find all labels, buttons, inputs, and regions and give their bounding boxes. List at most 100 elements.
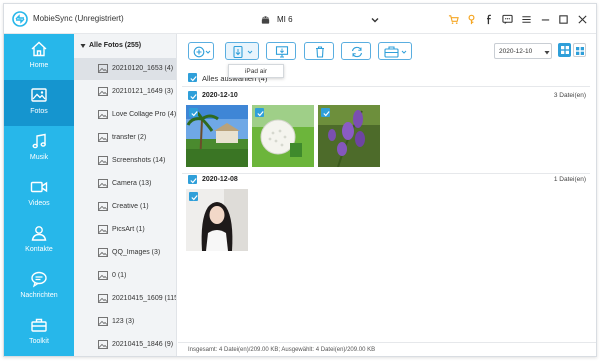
photo-checkbox[interactable] <box>321 108 330 117</box>
video-icon <box>30 181 48 193</box>
album-item[interactable]: 20210120_1653 (4) <box>74 58 176 80</box>
album-item[interactable]: Creative (1) <box>74 196 176 218</box>
album-image-icon <box>98 156 108 165</box>
album-label: QQ_Images (3) <box>112 249 161 256</box>
album-label: 20210121_1649 (3) <box>112 88 174 95</box>
check-icon <box>191 195 198 201</box>
album-image-icon <box>98 110 108 119</box>
device-name: MI 6 <box>277 15 293 24</box>
group-checkbox[interactable] <box>188 175 197 184</box>
album-label: Screenshots (14) <box>112 157 166 164</box>
album-item[interactable]: 123 (3) <box>74 311 176 333</box>
trash-icon <box>316 46 324 58</box>
photo-thumbnail[interactable] <box>186 105 248 167</box>
album-item[interactable]: Screenshots (14) <box>74 150 176 172</box>
device-selector[interactable]: MI 6 <box>256 12 386 28</box>
album-item[interactable]: 20210121_1649 (3) <box>74 81 176 103</box>
select-all-checkbox[interactable] <box>188 73 197 82</box>
export-to-pc-button[interactable] <box>266 42 296 60</box>
refresh-button[interactable] <box>341 42 371 60</box>
album-label: Camera (13) <box>112 180 152 187</box>
nav-item-musik[interactable]: Musik <box>4 126 74 172</box>
all-photos-header[interactable]: Alle Fotos (255) <box>74 34 176 58</box>
add-button[interactable] <box>188 42 214 60</box>
date-filter-select[interactable]: 2020-12-10 <box>494 43 552 59</box>
album-image-icon <box>98 179 108 188</box>
album-image-icon <box>98 225 108 234</box>
album-image-icon <box>98 271 108 280</box>
nav-item-fotos[interactable]: Fotos <box>4 80 74 126</box>
facebook-icon[interactable] <box>484 14 495 25</box>
nav-item-nachrichten[interactable]: Nachrichten <box>4 264 74 310</box>
album-label: PicsArt (1) <box>112 226 145 233</box>
check-icon <box>191 111 198 117</box>
check-icon <box>323 111 330 117</box>
title-bar: MobieSync (Unregistriert) MI 6 <box>4 4 596 34</box>
menu-icon[interactable] <box>521 14 532 25</box>
group-separator <box>182 173 590 174</box>
messages-icon <box>31 271 47 288</box>
photo-thumbnail[interactable] <box>252 105 314 167</box>
chat-icon[interactable] <box>502 14 513 25</box>
cart-icon[interactable] <box>448 14 459 25</box>
group-date: 2020-12-08 <box>202 176 238 183</box>
toolbox-icon <box>384 46 407 58</box>
nav-label-videos: Videos <box>28 200 50 207</box>
list-view-button[interactable] <box>573 43 586 57</box>
minimize-icon[interactable] <box>540 14 551 25</box>
nav-item-videos[interactable]: Videos <box>4 172 74 218</box>
contacts-icon <box>31 226 47 241</box>
export-to-device-button[interactable] <box>225 42 259 60</box>
export-device-icon <box>233 46 253 58</box>
caret-down-icon <box>544 51 550 55</box>
tooltip-text: iPad air <box>244 68 268 75</box>
album-item[interactable]: PicsArt (1) <box>74 219 176 241</box>
main-content: 2020-12-10 Alles auswählen (4) iPad air … <box>178 34 596 356</box>
home-icon <box>31 41 47 57</box>
delete-button[interactable] <box>304 42 334 60</box>
grid-view-icon <box>560 46 569 54</box>
computer-icon <box>275 46 289 58</box>
nav-label-home: Home <box>29 62 49 69</box>
android-icon <box>261 16 270 24</box>
grid-view-button[interactable] <box>558 43 571 57</box>
photo-checkbox[interactable] <box>189 108 198 117</box>
album-item[interactable]: 20210415_1846 (9) <box>74 334 176 356</box>
album-item[interactable]: Camera (13) <box>74 173 176 195</box>
photo-icon <box>31 88 47 102</box>
photo-checkbox[interactable] <box>189 192 198 201</box>
album-image-icon <box>98 294 108 303</box>
photo-checkbox[interactable] <box>255 108 264 117</box>
albums-title: Alle Fotos (255) <box>89 42 142 49</box>
device-tooltip[interactable]: iPad air <box>228 64 284 78</box>
album-image-icon <box>98 87 108 96</box>
toolbox-button[interactable] <box>378 42 412 60</box>
app-window: MobieSync (Unregistriert) MI 6 Home Foto… <box>3 3 597 357</box>
toolkit-icon <box>31 318 47 332</box>
album-label: 0 (1) <box>112 272 127 279</box>
photo-thumbnail[interactable] <box>186 189 248 251</box>
album-label: Love Collage Pro (4) <box>112 111 176 118</box>
album-item[interactable]: transfer (2) <box>74 127 176 149</box>
album-item[interactable]: QQ_Images (3) <box>74 242 176 264</box>
album-label: 20210415_1846 (9) <box>112 341 174 348</box>
nav-item-kontakte[interactable]: Kontakte <box>4 218 74 264</box>
close-icon[interactable] <box>577 14 588 25</box>
group-separator <box>182 86 590 87</box>
check-icon <box>190 76 197 82</box>
maximize-icon[interactable] <box>558 14 569 25</box>
date-filter-value: 2020-12-10 <box>499 48 533 55</box>
nav-item-home[interactable]: Home <box>4 34 74 80</box>
album-item[interactable]: Love Collage Pro (4) <box>74 104 176 126</box>
album-item[interactable]: 20210415_1609 (115) <box>74 288 176 310</box>
group-checkbox[interactable] <box>188 91 197 100</box>
group-count: 1 Datei(en) <box>553 176 586 183</box>
nav-label-nachrichten: Nachrichten <box>20 292 58 299</box>
nav-item-toolkit[interactable]: Toolkit <box>4 310 74 356</box>
key-icon[interactable] <box>466 14 477 25</box>
album-item[interactable]: 0 (1) <box>74 265 176 287</box>
left-navigation: Home Fotos Musik Videos Kontakte Nachric… <box>4 34 74 356</box>
add-icon <box>193 46 211 58</box>
photo-thumbnail[interactable] <box>318 105 380 167</box>
app-title: MobieSync (Unregistriert) <box>33 14 124 23</box>
